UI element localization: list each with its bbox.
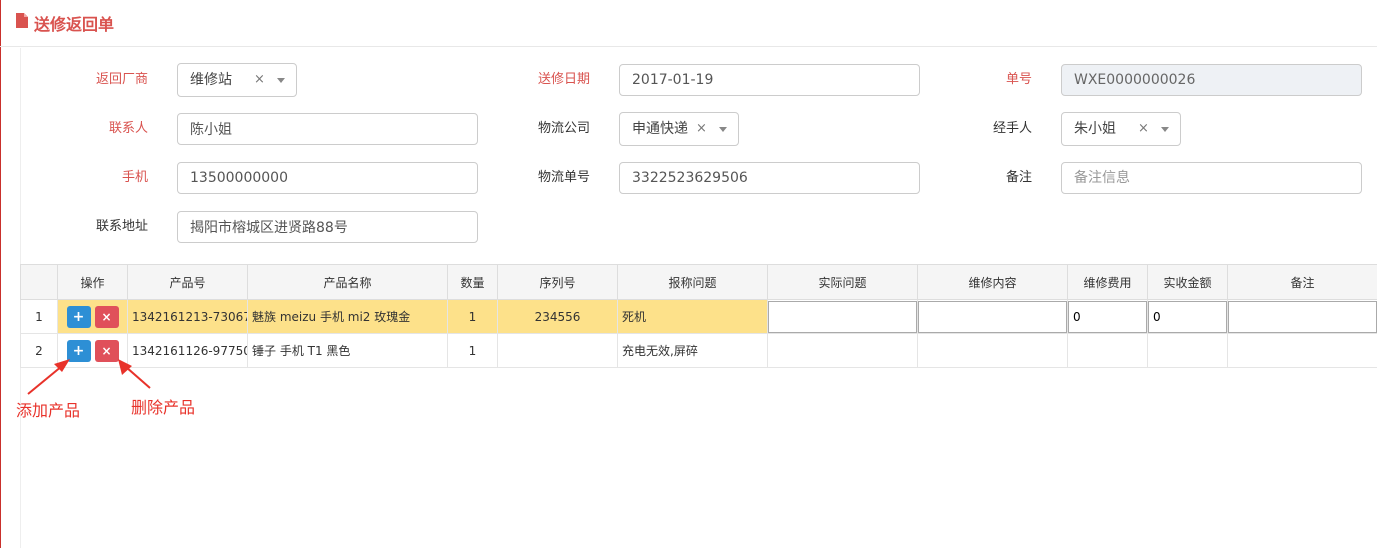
- add-annotation-arrow-line: [27, 365, 63, 395]
- delete-product-annotation: 删除产品: [131, 398, 196, 417]
- delete-annotation-arrowhead: [118, 359, 132, 375]
- annotation-arrows: [27, 359, 151, 395]
- delete-annotation-arrow-line: [125, 366, 151, 389]
- add-product-annotation: 添加产品: [16, 401, 81, 420]
